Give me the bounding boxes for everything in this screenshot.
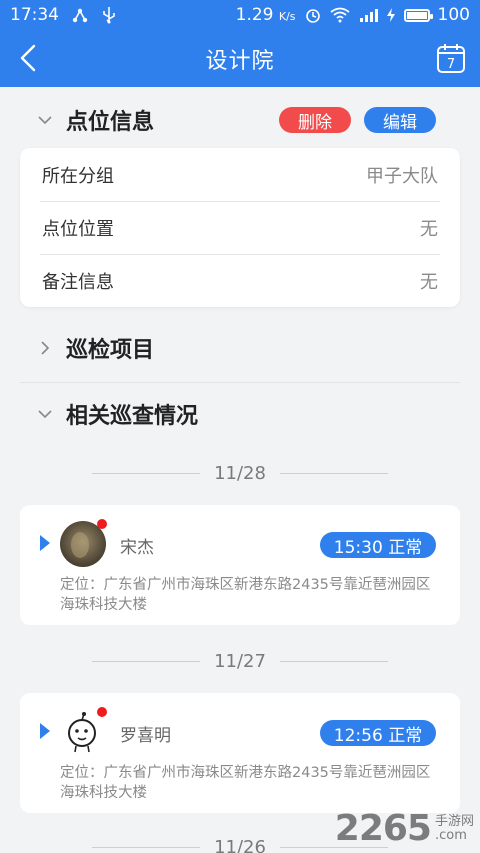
inspection-record[interactable]: 宋杰 15:30 正常 定位：广东省广州市海珠区新港东路2435号靠近琶洲园区海… [20,505,460,625]
title-bar: 设计院 7 [0,30,480,87]
location-text: 定位：广东省广州市海珠区新港东路2435号靠近琶洲园区海珠科技大楼 [60,577,431,613]
expand-arrow-icon [40,535,50,551]
info-row-remark: 备注信息 无 [40,254,440,307]
location-text: 定位：广东省广州市海珠区新港东路2435号靠近琶洲园区海珠科技大楼 [60,765,431,801]
info-key: 所在分组 [42,165,114,187]
section-inspect-items[interactable]: 巡检项目 [0,319,480,377]
watermark-sub2: .com [434,827,467,843]
page-title: 设计院 [205,48,275,74]
unread-dot [97,519,107,529]
network-speed: 1.29 K/s [235,5,296,25]
expand-arrow-icon [40,723,50,739]
inspection-record[interactable]: 罗喜明 12:56 正常 定位：广东省广州市海珠区新港东路2435号靠近琶洲园区… [20,693,460,813]
section-title: 相关巡查情况 [66,404,199,429]
unread-dot [97,707,107,717]
date-label: 11/27 [214,650,266,672]
point-info-card: 所在分组 甲子大队 点位位置 无 备注信息 无 [20,148,460,307]
info-value: 无 [420,219,438,240]
watermark-logo: 2265 手游网 .com [335,808,474,849]
info-value: 甲子大队 [366,165,438,187]
chevron-right-icon [41,341,50,355]
divider [20,382,460,383]
signal-icon [359,9,378,22]
delete-button[interactable]: 删除 [279,107,351,133]
usb-icon [103,7,115,24]
wifi-icon [329,7,350,23]
status-badge: 12:56 正常 [320,720,436,746]
section-related-inspections[interactable]: 相关巡查情况 [0,385,480,443]
chevron-down-icon [38,410,52,419]
info-value: 无 [420,272,438,293]
watermark-brand: 2265 [334,808,432,849]
battery-level: 100 [437,5,470,25]
date-separator: 11/28 [0,461,480,485]
info-key: 备注信息 [42,272,114,293]
status-time: 17:34 [10,5,59,25]
share-icon [72,8,88,23]
status-badge: 15:30 正常 [320,532,436,558]
charging-icon [386,8,395,22]
watermark-sub1: 手游网 [434,813,474,829]
chevron-down-icon [38,116,52,125]
section-title: 巡检项目 [66,338,155,363]
inspector-name: 罗喜明 [120,726,171,746]
section-title: 点位信息 [66,110,155,135]
date-label: 11/26 [214,836,266,853]
info-key: 点位位置 [42,219,114,240]
inspector-name: 宋杰 [120,538,154,558]
date-label: 11/28 [214,462,266,484]
date-separator: 11/27 [0,649,480,673]
edit-button[interactable]: 编辑 [364,107,436,133]
back-icon[interactable] [14,42,46,74]
alarm-icon [305,9,320,23]
info-row-location: 点位位置 无 [40,201,440,254]
calendar-icon[interactable]: 7 [436,42,466,74]
battery-icon [403,8,433,22]
info-row-group: 所在分组 甲子大队 [20,148,460,201]
status-bar: 17:34 1.29 K/s 100 [0,0,480,30]
calendar-day: 7 [447,57,455,72]
